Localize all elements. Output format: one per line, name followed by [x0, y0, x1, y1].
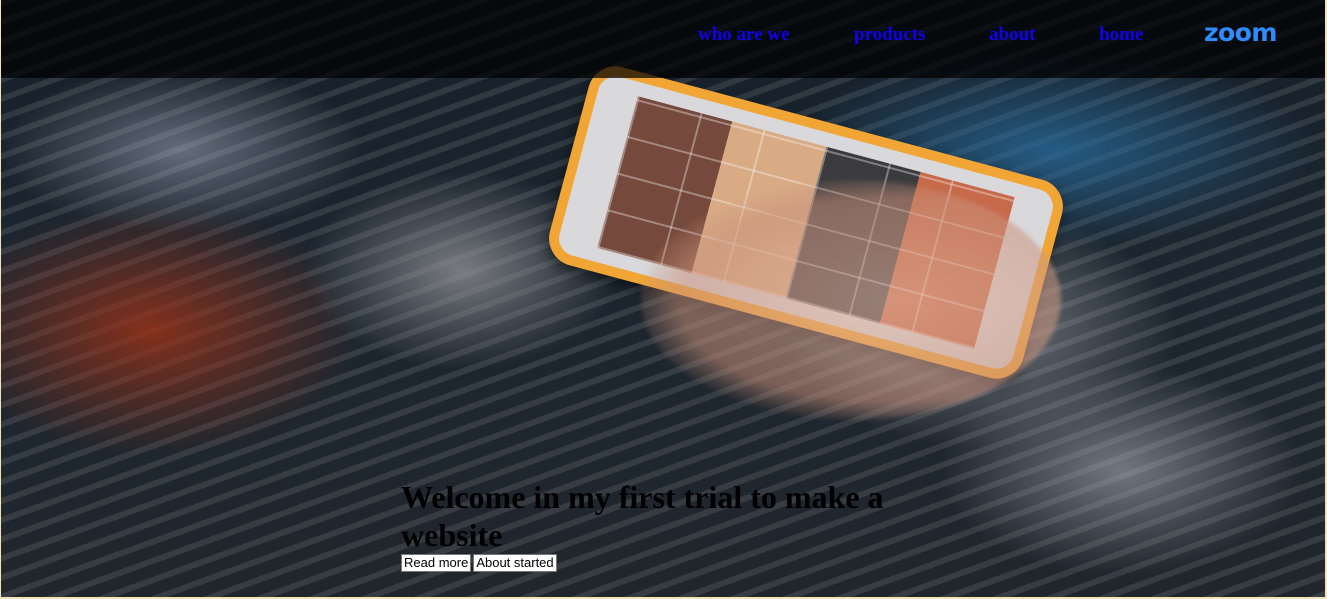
nav-link-who-are-we[interactable]: who are we [698, 24, 789, 46]
hero-heading: Welcome in my first trial to make a webs… [401, 479, 884, 553]
top-navbar: who are we products about home zoom [1, 0, 1325, 78]
nav-link-about[interactable]: about [989, 24, 1035, 46]
read-more-button[interactable]: Read more [401, 554, 472, 572]
hand-in-photo [641, 180, 1061, 420]
nav-link-home[interactable]: home [1099, 24, 1143, 46]
hero-section: Welcome in my first trial to make a webs… [401, 478, 921, 572]
hero-background-image: who are we products about home zoom Welc… [1, 0, 1325, 597]
hero-button-group: Read more About started [401, 554, 921, 572]
nav-link-products[interactable]: products [854, 24, 925, 46]
zoom-logo[interactable]: zoom [1204, 18, 1277, 47]
about-started-button[interactable]: About started [473, 554, 557, 572]
